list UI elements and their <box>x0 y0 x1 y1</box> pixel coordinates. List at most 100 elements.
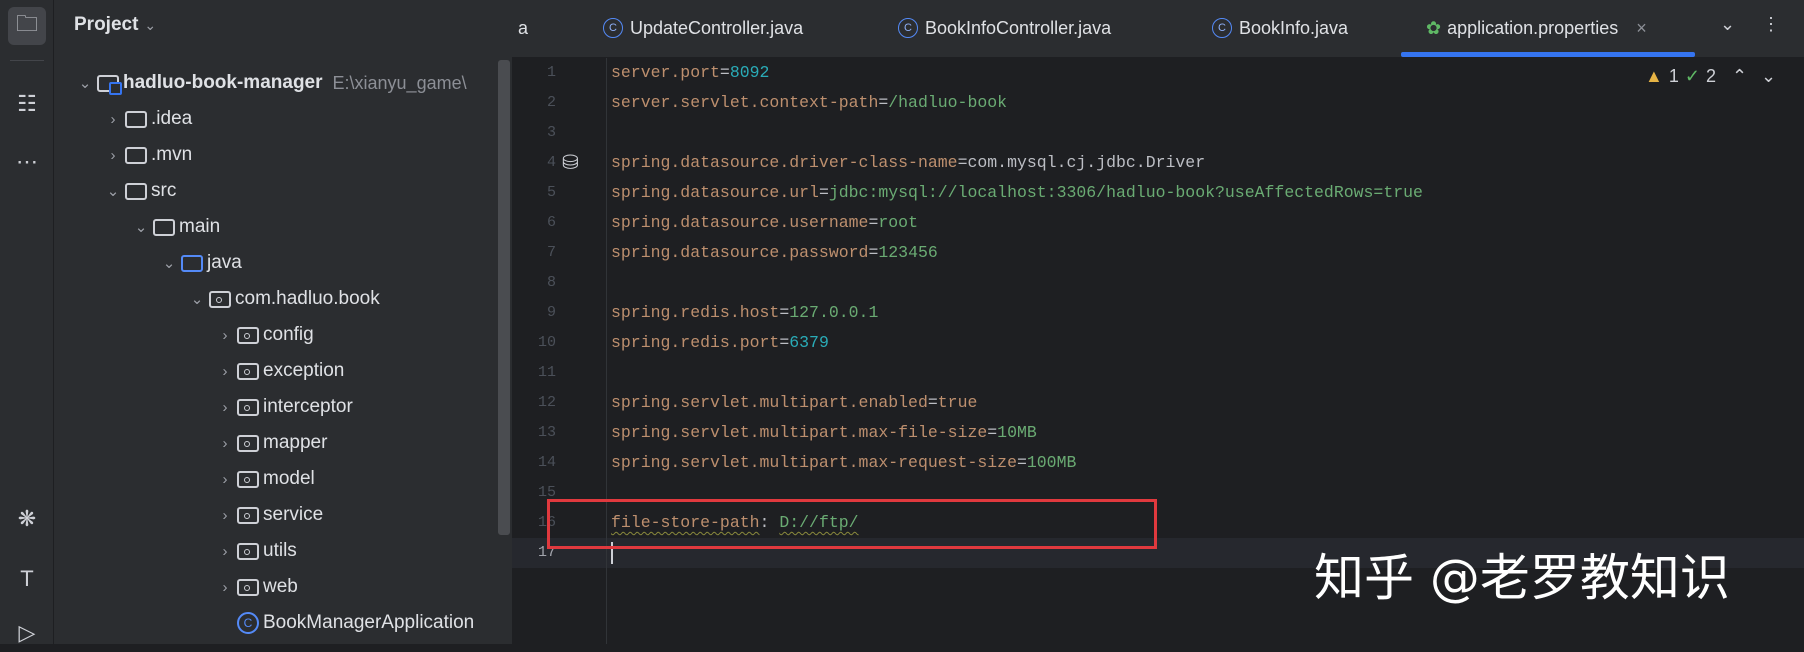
code-line[interactable]: spring.datasource.password=123456 <box>611 238 938 268</box>
property-key: spring.servlet.multipart.max-file-size <box>611 423 988 442</box>
chevron-right-icon[interactable]: › <box>213 327 237 344</box>
property-value: 123456 <box>878 243 938 262</box>
chevron-down-icon[interactable]: ⌄ <box>101 182 125 200</box>
chevron-down-icon[interactable]: ⌄ <box>73 74 97 92</box>
code-line[interactable]: spring.datasource.url=jdbc:mysql://local… <box>611 178 1423 208</box>
chevron-right-icon[interactable]: › <box>213 399 237 416</box>
hammer-icon[interactable]: T <box>8 560 46 598</box>
tree-item-label: .mvn <box>151 144 193 165</box>
project-title-label: Project <box>74 14 139 35</box>
chevron-right-icon[interactable]: › <box>213 435 237 452</box>
database-icon[interactable]: ⛁ <box>562 150 579 175</box>
more-icon[interactable]: ⋯ <box>8 143 46 181</box>
line-number: 9 <box>546 304 556 321</box>
tree-item[interactable]: › web <box>213 569 298 605</box>
tree-item[interactable]: › utils <box>213 533 297 569</box>
editor-tabs: a C UpdateController.java C BookInfoContro… <box>512 0 1804 58</box>
line-number: 7 <box>546 244 556 261</box>
tree-item[interactable]: › .mvn <box>101 137 193 173</box>
active-tab-indicator <box>1401 52 1695 57</box>
chevron-right-icon[interactable]: › <box>101 111 125 128</box>
separator: = <box>878 93 889 112</box>
inspections-widget[interactable]: ▲ 1 ✓ 2 ⌃ ⌄ <box>1645 66 1776 87</box>
tree-item[interactable]: › config <box>213 317 314 353</box>
tree-item[interactable]: › interceptor <box>213 389 353 425</box>
tree-item-label: main <box>179 216 221 237</box>
warning-icon: ▲ <box>1645 66 1663 86</box>
folder-icon <box>181 254 203 272</box>
tab-partial[interactable]: a <box>518 0 528 56</box>
tab-update-controller[interactable]: C UpdateController.java <box>603 0 803 56</box>
chevron-up-icon[interactable]: ⌃ <box>1732 66 1747 87</box>
chevron-down-icon[interactable]: ⌄ <box>129 218 153 236</box>
tree-item-label: BookManagerApplication <box>263 612 475 633</box>
code-line[interactable]: spring.redis.port=6379 <box>611 328 829 358</box>
property-value: 6379 <box>789 333 829 352</box>
chevron-right-icon[interactable]: › <box>213 363 237 380</box>
tree-item[interactable]: ⌄ main <box>129 209 220 245</box>
code-line[interactable]: spring.datasource.driver-class-name=com.… <box>611 148 1205 178</box>
code-line[interactable]: server.servlet.context-path=/hadluo-book <box>611 88 1007 118</box>
chevron-right-icon[interactable]: › <box>213 471 237 488</box>
structure-icon[interactable]: ☷ <box>8 85 46 123</box>
project-title[interactable]: Project ⌄ <box>74 14 156 36</box>
tool-window-strip: 🗀 ☷ ⋯ ❋ T ▷ <box>0 0 54 645</box>
property-key: spring.datasource.driver-class-name <box>611 153 958 172</box>
tree-item[interactable]: C BookManagerApplication <box>213 605 474 641</box>
more-vertical-icon[interactable]: ⋮ <box>1762 14 1780 35</box>
line-number: 11 <box>537 364 556 381</box>
chevron-down-icon[interactable]: ⌄ <box>185 290 209 308</box>
run-icon[interactable]: ▷ <box>8 614 46 652</box>
property-value: /hadluo-book <box>888 93 1008 112</box>
tree-item[interactable]: › model <box>213 461 315 497</box>
tree-item-label: src <box>151 180 177 201</box>
tree-item[interactable]: › service <box>213 497 324 533</box>
code-line[interactable]: spring.redis.host=127.0.0.1 <box>611 298 878 328</box>
line-number: 6 <box>546 214 556 231</box>
folder-icon[interactable]: 🗀 <box>8 7 46 45</box>
tree-item-label: model <box>263 468 315 489</box>
line-number: 4 <box>546 154 556 171</box>
tree-item-label: utils <box>263 540 297 561</box>
separator: = <box>1016 453 1027 472</box>
chevron-right-icon[interactable]: › <box>213 543 237 560</box>
code-line[interactable]: spring.servlet.multipart.max-file-size=1… <box>611 418 1037 448</box>
code-line[interactable]: spring.datasource.username=root <box>611 208 918 238</box>
tree-item[interactable]: ⌄ com.hadluo.book <box>185 281 380 317</box>
chevron-right-icon[interactable]: › <box>213 507 237 524</box>
tree-item-label: java <box>207 252 242 273</box>
folder-icon <box>153 218 175 236</box>
separator: = <box>987 423 998 442</box>
code-line[interactable]: spring.servlet.multipart.enabled=true <box>611 388 977 418</box>
tree-item[interactable]: ⌄ java <box>157 245 242 281</box>
tree-item[interactable]: ⌄ src <box>101 173 177 209</box>
code-line[interactable]: spring.servlet.multipart.max-request-siz… <box>611 448 1076 478</box>
chevron-right-icon[interactable]: › <box>101 147 125 164</box>
close-icon[interactable]: × <box>1636 18 1647 39</box>
tree-item-label: com.hadluo.book <box>235 288 380 309</box>
project-panel: Project ⌄ ⌄ hadluo-book-manager E:\xianyu_g… <box>54 0 512 644</box>
tab-application-properties[interactable]: ✿ application.properties × <box>1426 0 1647 56</box>
package-icon <box>237 326 259 344</box>
package-icon <box>209 290 231 308</box>
chevron-down-icon[interactable]: ⌄ <box>157 254 181 272</box>
chevron-down-icon[interactable]: ⌄ <box>1720 14 1735 35</box>
bug-icon[interactable]: ❋ <box>8 500 46 538</box>
tab-label: BookInfoController.java <box>925 17 1112 38</box>
package-icon <box>237 434 259 452</box>
chevron-right-icon[interactable]: › <box>213 579 237 596</box>
chevron-down-icon[interactable]: ⌄ <box>1761 66 1776 87</box>
chevron-down-icon: ⌄ <box>144 17 157 33</box>
code-line[interactable]: server.port=8092 <box>611 58 769 88</box>
tab-bookinfo[interactable]: C BookInfo.java <box>1212 0 1348 56</box>
tab-bookinfo-controller[interactable]: C BookInfoController.java <box>898 0 1111 56</box>
tree-item-label: mapper <box>263 432 328 453</box>
tree-item-label: hadluo-book-manager <box>123 72 323 93</box>
tree-item[interactable]: ⌄ hadluo-book-manager E:\xianyu_game\ <box>73 65 467 101</box>
tree-item[interactable]: › mapper <box>213 425 328 461</box>
tree-item[interactable]: › exception <box>213 353 345 389</box>
tree-item[interactable]: › .idea <box>101 101 193 137</box>
class-icon: C <box>898 18 918 38</box>
scrollbar[interactable] <box>498 60 510 535</box>
property-key: spring.datasource.url <box>611 183 819 202</box>
